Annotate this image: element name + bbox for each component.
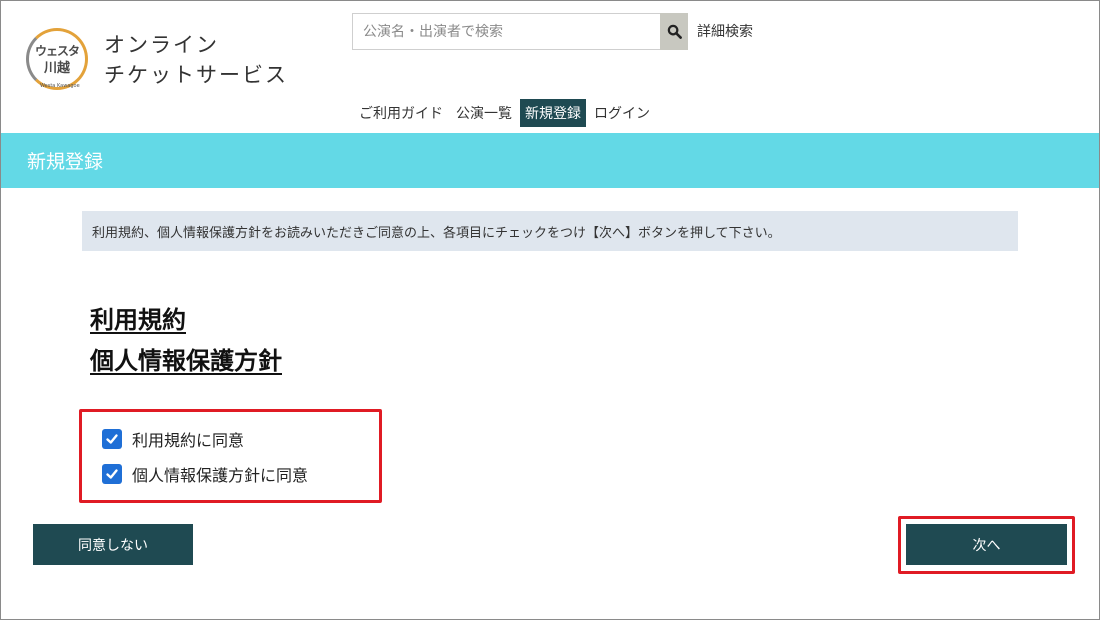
privacy-agree-label: 個人情報保護方針に同意 — [132, 466, 309, 485]
checkmark-icon — [106, 434, 118, 444]
terms-agree-checkbox[interactable] — [102, 429, 122, 449]
privacy-policy-link[interactable]: 個人情報保護方針 — [90, 341, 282, 376]
site-title[interactable]: オンライン チケットサービス — [104, 30, 288, 90]
site-title-line1: オンライン — [104, 33, 219, 57]
page-title: 新規登録 — [27, 151, 104, 173]
terms-link[interactable]: 利用規約 — [90, 300, 186, 335]
search-icon — [667, 24, 682, 39]
next-button[interactable]: 次へ — [906, 524, 1067, 565]
logo-text-line2: 川越 — [43, 61, 70, 76]
checkmark-icon — [106, 469, 118, 479]
nav-item-register[interactable]: 新規登録 — [520, 99, 586, 127]
nav-item-login[interactable]: ログイン — [589, 99, 655, 127]
terms-agree-label: 利用規約に同意 — [132, 431, 245, 450]
nav-item-performances[interactable]: 公演一覧 — [451, 99, 517, 127]
main-nav: ご利用ガイド 公演一覧 新規登録 ログイン — [354, 99, 658, 127]
search-input[interactable] — [352, 13, 660, 50]
disagree-button[interactable]: 同意しない — [33, 524, 193, 565]
nav-item-guide[interactable]: ご利用ガイド — [354, 99, 448, 127]
privacy-agree-row[interactable]: 個人情報保護方針に同意 — [102, 462, 308, 486]
search-button[interactable] — [660, 13, 688, 50]
terms-agree-row[interactable]: 利用規約に同意 — [102, 427, 244, 451]
site-title-line2: チケットサービス — [104, 63, 288, 87]
page-title-band: 新規登録 — [1, 133, 1099, 188]
privacy-agree-checkbox[interactable] — [102, 464, 122, 484]
logo-subtext: Westa Kawagoe — [40, 83, 80, 89]
instruction-notice: 利用規約、個人情報保護方針をお読みいただきご同意の上、各項目にチェックをつけ【次… — [82, 211, 1018, 251]
detail-search-link[interactable]: 詳細検索 — [697, 21, 753, 41]
agreement-highlight-box — [79, 409, 382, 503]
site-logo[interactable]: ウェスタ 川越 — [26, 28, 88, 90]
